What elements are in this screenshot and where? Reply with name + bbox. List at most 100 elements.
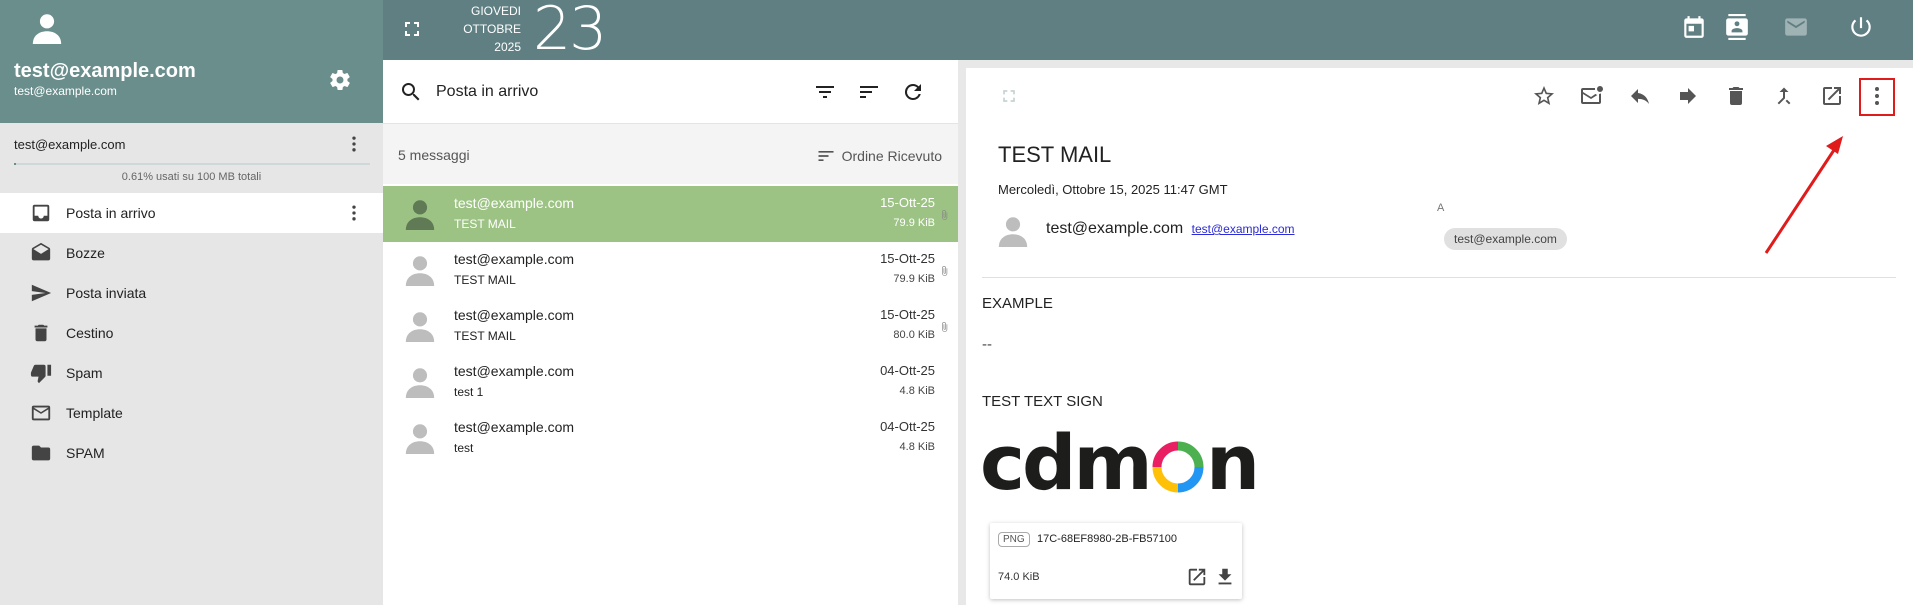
attachment-name: 17C-68EF8980-2B-FB57100 xyxy=(1037,533,1178,545)
trash-icon xyxy=(30,322,52,344)
message-count: 5 messaggi xyxy=(398,147,470,163)
sender-avatar-icon xyxy=(403,308,437,342)
sender-avatar-icon xyxy=(403,252,437,286)
folder-spam[interactable]: Spam xyxy=(0,353,383,393)
message-size: 4.8 KiB xyxy=(899,441,935,453)
message-subject: TEST MAIL xyxy=(454,217,516,231)
message-date: 04-Ott-25 xyxy=(880,419,935,434)
delete-icon[interactable] xyxy=(1724,84,1748,108)
contacts-icon[interactable] xyxy=(1724,14,1750,40)
sender-avatar-icon xyxy=(403,420,437,454)
account-email: test@example.com xyxy=(14,84,117,98)
sort-label: Ordine Ricevuto xyxy=(841,148,942,164)
message-row[interactable]: test@example.com TEST MAIL 15-Ott-25 80.0 K… xyxy=(383,298,958,354)
weekday-label: GIOVEDI xyxy=(470,4,521,18)
power-icon[interactable] xyxy=(1848,14,1874,40)
folder-drafts[interactable]: Bozze xyxy=(0,233,383,273)
drafts-icon xyxy=(30,242,52,264)
recipient-chip[interactable]: test@example.com xyxy=(1444,228,1567,250)
folder-label: Template xyxy=(66,405,123,421)
message-date: 04-Ott-25 xyxy=(880,363,935,378)
body-line: EXAMPLE xyxy=(982,295,1053,312)
quota-bar xyxy=(14,163,370,165)
quota-bar-fill xyxy=(14,163,17,165)
expand-icon[interactable] xyxy=(999,86,1019,106)
message-row[interactable]: test@example.com test 1 04-Ott-25 4.8 KiB xyxy=(383,354,958,410)
message-date: 15-Ott-25 xyxy=(880,195,935,210)
mark-unread-icon[interactable] xyxy=(1580,84,1604,108)
sender-avatar-icon xyxy=(403,196,437,230)
open-attachment-icon[interactable] xyxy=(1186,566,1208,588)
sort-icon[interactable] xyxy=(857,80,881,104)
folder-label: Bozze xyxy=(66,245,105,261)
folder-spam-custom[interactable]: SPAM xyxy=(0,433,383,473)
list-meta: 5 messaggi Ordine Ricevuto xyxy=(383,124,958,184)
fullscreen-icon[interactable] xyxy=(400,17,424,41)
message-row[interactable]: test@example.com TEST MAIL 15-Ott-25 79.9 K… xyxy=(383,186,958,242)
mail-outline-icon xyxy=(30,402,52,424)
filter-icon[interactable] xyxy=(813,80,837,104)
search-icon[interactable] xyxy=(399,80,423,104)
header-divider xyxy=(982,277,1896,278)
date-stack: GIOVEDI OTTOBRE 2025 xyxy=(443,2,521,56)
sort-order-button[interactable]: Ordine Ricevuto xyxy=(816,146,942,166)
sort-icon xyxy=(816,146,836,166)
message-row[interactable]: test@example.com TEST MAIL 15-Ott-25 79.9 K… xyxy=(383,242,958,298)
message-from: test@example.com xyxy=(454,251,575,267)
attachment-clip-icon xyxy=(939,208,950,222)
account-avatar-icon[interactable] xyxy=(30,10,64,44)
message-subject: TEST MAIL xyxy=(454,329,516,343)
message-row[interactable]: test@example.com test 04-Ott-25 4.8 KiB xyxy=(383,410,958,466)
folder-label: Posta inviata xyxy=(66,285,147,301)
message-from: test@example.com xyxy=(454,307,575,323)
move-icon[interactable] xyxy=(1772,84,1796,108)
account-more-icon[interactable] xyxy=(344,134,364,154)
message-from: test@example.com xyxy=(454,363,575,379)
message-subject: TEST MAIL xyxy=(998,142,1112,167)
attachment-clip-icon xyxy=(939,264,950,278)
sender-email-link[interactable]: test@example.com xyxy=(1192,222,1295,236)
attachment-size: 74.0 KiB xyxy=(998,571,1040,583)
download-icon[interactable] xyxy=(1214,566,1236,588)
logo-text-n: n xyxy=(1206,425,1256,503)
folder-title[interactable]: Posta in arrivo xyxy=(436,83,538,101)
message-date: 15-Ott-25 xyxy=(880,251,935,266)
folder-more-icon[interactable] xyxy=(344,203,364,223)
message-subject: test xyxy=(454,441,474,455)
message-from: test@example.com xyxy=(454,419,575,435)
message-subject: test 1 xyxy=(454,385,484,399)
message-size: 80.0 KiB xyxy=(893,329,935,341)
sender-avatar-icon xyxy=(996,213,1030,247)
attachment-type-badge: PNG xyxy=(998,532,1030,547)
forward-icon[interactable] xyxy=(1676,84,1700,108)
folder-sent[interactable]: Posta inviata xyxy=(0,273,383,313)
quota-account-label: test@example.com xyxy=(14,137,126,152)
reading-pane: TEST MAIL Mercoledì, Ottobre 15, 2025 11… xyxy=(966,68,1913,605)
sender-avatar-icon xyxy=(403,364,437,398)
settings-gear-icon[interactable] xyxy=(328,68,352,92)
message-size: 79.9 KiB xyxy=(893,217,935,229)
folder-label: SPAM xyxy=(66,445,105,461)
folder-inbox[interactable]: Posta in arrivo xyxy=(0,193,383,233)
open-new-icon[interactable] xyxy=(1820,84,1844,108)
more-highlight-box xyxy=(1859,78,1895,116)
cdmon-logo: cdm n xyxy=(980,425,1256,503)
calendar-icon[interactable] xyxy=(1681,14,1707,40)
message-from: test@example.com xyxy=(454,195,575,211)
mail-icon[interactable] xyxy=(1783,14,1809,40)
message-size: 79.9 KiB xyxy=(893,273,935,285)
refresh-icon[interactable] xyxy=(901,80,925,104)
star-icon[interactable] xyxy=(1532,84,1556,108)
folder-template[interactable]: Template xyxy=(0,393,383,433)
quota-section: test@example.com 0.61% usati su 100 MB t… xyxy=(0,123,383,188)
attachment-card[interactable]: PNG 17C-68EF8980-2B-FB57100 74.0 KiB xyxy=(990,523,1242,599)
message-date: Mercoledì, Ottobre 15, 2025 11:47 GMT xyxy=(998,182,1228,197)
sidebar: test@example.com test@example.com test@e… xyxy=(0,0,383,605)
folder-trash[interactable]: Cestino xyxy=(0,313,383,353)
year-label: 2025 xyxy=(494,40,521,54)
folder-label: Spam xyxy=(66,365,103,381)
reply-icon[interactable] xyxy=(1628,84,1652,108)
sender: test@example.com test@example.com xyxy=(1046,220,1295,238)
day-number: 23 xyxy=(533,0,607,64)
logo-text: cdm xyxy=(980,425,1150,503)
